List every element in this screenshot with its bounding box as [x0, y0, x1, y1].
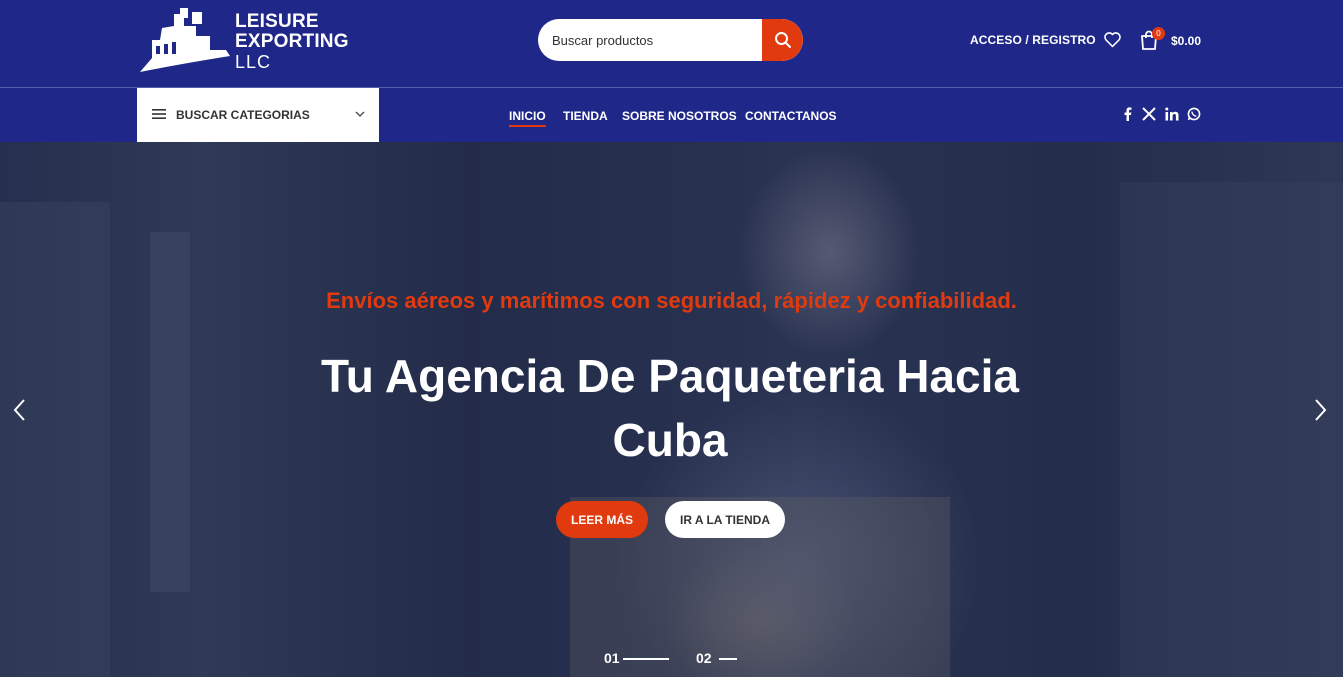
hero-title-line-2: Cuba	[612, 414, 728, 466]
slide-indicator-2-line	[719, 658, 737, 660]
brand-line-2: EXPORTING	[235, 31, 349, 52]
slider-prev-icon[interactable]	[12, 398, 28, 427]
search-button[interactable]	[762, 19, 803, 61]
search-input[interactable]	[538, 19, 762, 61]
top-header: LEISURE EXPORTING LLC ACCESO / REGISTRO …	[0, 0, 1343, 87]
menu-icon	[152, 109, 166, 119]
brand-line-3: LLC	[235, 52, 272, 72]
brand-name: LEISURE EXPORTING LLC	[235, 11, 349, 73]
hero-content: Envíos aéreos y marítimos con seguridad,…	[0, 142, 1343, 677]
search-bar	[538, 19, 803, 61]
read-more-button[interactable]: LEER MÁS	[556, 501, 648, 538]
cart-total[interactable]: $0.00	[1171, 34, 1201, 48]
slide-indicator-1-line	[623, 658, 669, 660]
slide-indicator-2[interactable]: 02	[696, 650, 712, 666]
brand-logo[interactable]: LEISURE EXPORTING LLC	[140, 6, 350, 76]
brand-line-1: LEISURE	[235, 11, 319, 32]
slider-next-icon[interactable]	[1312, 398, 1328, 427]
chevron-down-icon	[355, 111, 365, 118]
categories-label: BUSCAR CATEGORIAS	[176, 108, 310, 122]
cart-count-badge: 0	[1152, 27, 1165, 40]
facebook-icon[interactable]	[1123, 107, 1132, 126]
go-to-shop-button[interactable]: IR A LA TIENDA	[665, 501, 785, 538]
categories-dropdown[interactable]: BUSCAR CATEGORIAS	[137, 88, 379, 143]
main-navbar: BUSCAR CATEGORIAS INICIO TIENDA SOBRE NO…	[0, 87, 1343, 143]
hero-slider: Envíos aéreos y marítimos con seguridad,…	[0, 142, 1343, 677]
hero-title-line-1: Tu Agencia De Paqueteria Hacia	[321, 350, 1019, 402]
x-icon[interactable]	[1142, 107, 1156, 126]
nav-item-contactanos[interactable]: CONTACTANOS	[745, 109, 837, 123]
linkedin-icon[interactable]	[1165, 107, 1179, 126]
ship-logo-icon	[140, 8, 230, 72]
whatsapp-icon[interactable]	[1187, 107, 1201, 126]
nav-item-sobre-nosotros[interactable]: SOBRE NOSOTROS	[622, 109, 737, 123]
account-link[interactable]: ACCESO / REGISTRO	[970, 33, 1096, 47]
nav-item-tienda[interactable]: TIENDA	[563, 109, 608, 123]
wishlist-icon[interactable]	[1103, 31, 1122, 53]
search-icon	[774, 32, 791, 48]
nav-item-inicio[interactable]: INICIO	[509, 109, 546, 127]
hero-subtitle: Envíos aéreos y marítimos con seguridad,…	[326, 288, 1017, 313]
hero-title: Tu Agencia De Paqueteria Hacia Cuba	[270, 344, 1070, 472]
slide-indicator-1[interactable]: 01	[604, 650, 620, 666]
